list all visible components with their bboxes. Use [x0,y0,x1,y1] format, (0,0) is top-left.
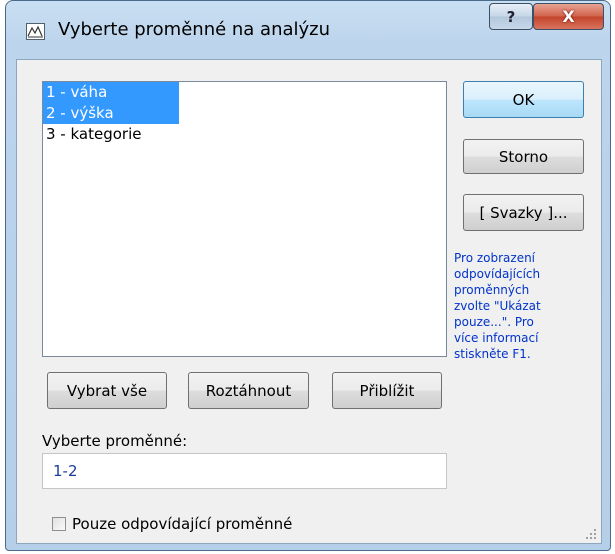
selected-variables-input[interactable]: 1-2 [42,453,447,489]
question-mark-icon: ? [506,7,516,26]
matching-only-option[interactable]: Pouze odpovídající proměnné [52,515,292,533]
matching-only-label: Pouze odpovídající proměnné [72,515,293,533]
title-bar[interactable]: Vyberte proměnné na analýzu ? X [6,1,610,61]
app-chart-icon [26,23,45,40]
variables-listbox[interactable]: 1 - váha 2 - výška 3 - kategorie [42,81,447,357]
window-title: Vyberte proměnné na analýzu [58,19,331,40]
list-item[interactable]: 3 - kategorie [43,124,446,145]
select-all-button[interactable]: Vybrat vše [47,372,167,409]
dialog-body: 1 - váha 2 - výška 3 - kategorie OK Stor… [16,59,602,544]
matching-only-checkbox[interactable] [52,517,66,531]
selected-variables-label: Vyberte proměnné: [42,432,188,450]
bundles-button[interactable]: [ Svazky ]... [463,194,584,231]
screen: Vyberte proměnné na analýzu ? X 1 - váha… [0,0,615,554]
list-item[interactable]: 1 - váha [43,82,179,103]
resize-grip-icon[interactable] [585,528,597,540]
help-button[interactable]: ? [489,3,533,30]
close-icon: X [562,7,575,26]
list-item[interactable]: 2 - výška [43,103,179,124]
zoom-button[interactable]: Přiblížit [332,372,442,409]
dialog-window: Vyberte proměnné na analýzu ? X 1 - váha… [5,0,611,551]
ok-button[interactable]: OK [463,81,584,118]
cancel-button[interactable]: Storno [463,139,584,174]
close-button[interactable]: X [533,3,604,30]
help-hint-text: Pro zobrazení odpovídajících proměnných … [454,251,541,361]
expand-button[interactable]: Roztáhnout [188,372,309,409]
